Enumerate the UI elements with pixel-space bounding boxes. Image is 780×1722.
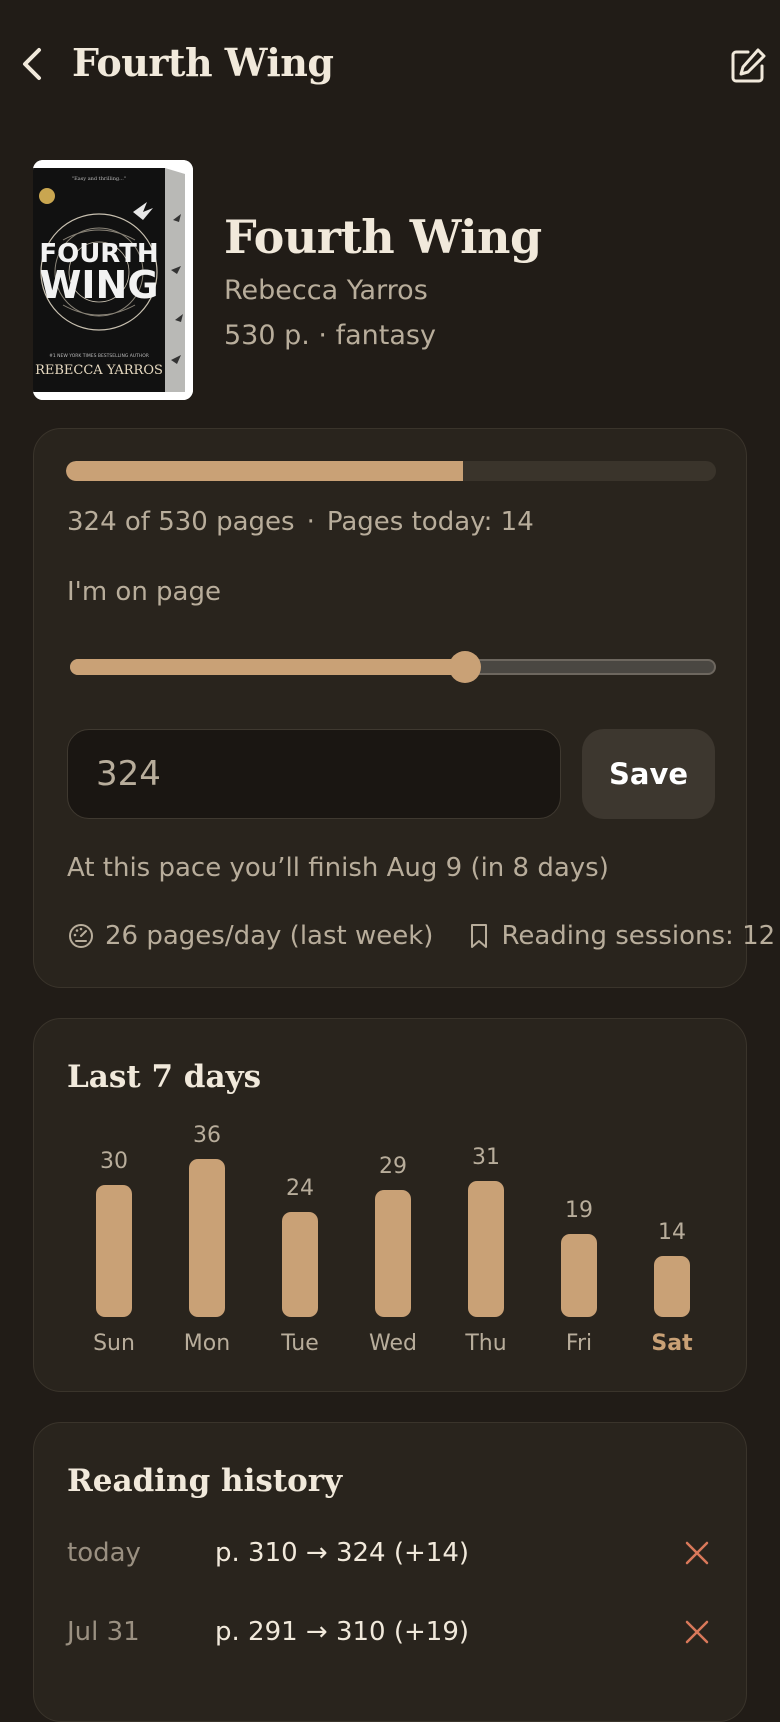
speedometer-icon: [69, 924, 93, 948]
history-heading: Reading history: [67, 1463, 343, 1499]
chart-day-label: Sat: [651, 1331, 693, 1356]
chart-bar: [561, 1233, 597, 1317]
chart-day-label: Wed: [369, 1331, 417, 1356]
finish-estimate: At this pace you’ll finish Aug 9 (in 8 d…: [67, 853, 609, 883]
on-page-label: I'm on page: [67, 577, 221, 607]
app-header: Fourth Wing: [0, 0, 780, 130]
book-cover: "Easy and thrilling..." FOURTH WING #1 N…: [33, 160, 193, 400]
history-row: today p. 310 → 324 (+14): [67, 1523, 717, 1583]
cover-author: REBECCA YARROS: [35, 363, 163, 378]
chart-bar: [375, 1189, 411, 1317]
book-author: Rebecca Yarros: [224, 275, 428, 306]
close-icon: [685, 1620, 709, 1644]
progress-bar-fill: [66, 461, 464, 481]
pace-stat: 26 pages/day (last week): [67, 921, 433, 951]
chevron-left-icon: [23, 48, 41, 80]
slider-fill: [70, 659, 465, 675]
history-range: p. 291 → 310 (+19): [215, 1617, 470, 1647]
cover-quote: "Easy and thrilling...": [72, 176, 126, 182]
chart-bar: [189, 1159, 225, 1317]
close-icon: [685, 1541, 709, 1565]
chart-bar: [282, 1211, 318, 1317]
chart-day-label: Thu: [465, 1331, 507, 1356]
chart-value-label: 36: [193, 1123, 221, 1148]
chart-bar: [468, 1180, 504, 1317]
delete-entry-button[interactable]: [677, 1533, 717, 1573]
weekly-bar-chart: 30 Sun 36 Mon 24 Tue 29 Wed 31 Thu 19 Fri 14 Sat: [34, 1019, 748, 1393]
edit-button[interactable]: [724, 42, 772, 90]
chart-value-label: 24: [286, 1175, 314, 1201]
slider-thumb[interactable]: [448, 651, 481, 683]
cover-word-2: WING: [39, 263, 158, 307]
chart-day-label: Sun: [93, 1331, 135, 1356]
history-date: Jul 31: [67, 1617, 140, 1647]
cover-tagline: #1 NEW YORK TIMES BESTSELLING AUTHOR: [49, 353, 149, 359]
progress-card: 324 of 530 pages · Pages today: 14 I'm on …: [33, 428, 775, 988]
history-card: Reading history today p. 310 → 324 (+14) J…: [33, 1422, 747, 1722]
book-meta: 530 p. · fantasy: [224, 320, 436, 351]
chart-bar: [654, 1255, 690, 1317]
page-slider[interactable]: [70, 651, 716, 683]
chart-value-label: 29: [379, 1153, 407, 1179]
bookmark-icon: [471, 924, 488, 948]
history-range: p. 310 → 324 (+14): [215, 1538, 470, 1568]
chart-day-label: Fri: [565, 1331, 593, 1356]
chart-value-label: 31: [472, 1144, 500, 1170]
stats-row: 26 pages/day (last week) Reading session…: [67, 921, 775, 951]
separator: ·: [306, 507, 315, 537]
chart-bar: [96, 1185, 132, 1317]
weekly-chart-card: Last 7 days 30 Sun 36 Mon 24 Tue 29 Wed 31 Thu 19 F…: [33, 1018, 747, 1392]
book-title: Fourth Wing: [224, 210, 542, 264]
chart-value-label: 19: [565, 1197, 593, 1223]
sessions-text: Reading sessions: 12: [501, 921, 776, 951]
page-title: Fourth Wing: [72, 40, 334, 85]
pages-today: Pages today: 14: [326, 507, 534, 537]
history-row: Jul 31 p. 291 → 310 (+19): [67, 1602, 717, 1662]
page-input[interactable]: [67, 729, 561, 819]
save-button[interactable]: Save: [582, 729, 715, 819]
pages-summary: 324 of 530 pages · Pages today: 14: [67, 507, 534, 537]
chart-value-label: 30: [100, 1149, 128, 1175]
chart-day-label: Mon: [183, 1331, 231, 1356]
delete-entry-button[interactable]: [677, 1612, 717, 1652]
chart-value-label: 14: [658, 1219, 686, 1245]
history-date: today: [67, 1538, 141, 1568]
pace-text: 26 pages/day (last week): [105, 921, 434, 951]
back-button[interactable]: [10, 42, 54, 86]
edit-icon: [731, 48, 766, 83]
sessions-stat: Reading sessions: 12: [467, 921, 775, 951]
progress-bar: [66, 461, 716, 481]
chart-day-label: Tue: [281, 1331, 319, 1356]
pages-count: 324 of 530 pages: [67, 507, 295, 537]
